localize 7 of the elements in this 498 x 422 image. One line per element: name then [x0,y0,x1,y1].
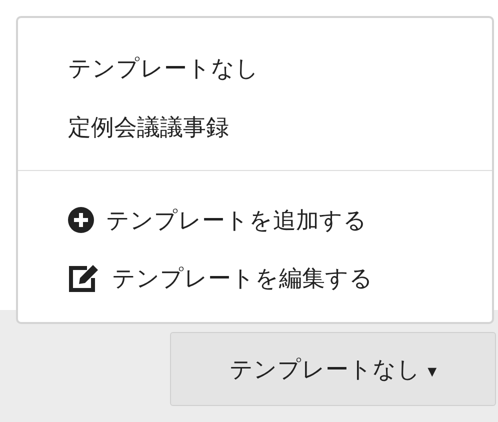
menu-item[interactable]: 定例会議議事録 [18,99,229,158]
menu-item[interactable]: テンプレートなし [18,40,259,99]
menu-action[interactable]: テンプレートを編集する [112,262,373,294]
template-dropdown-button[interactable]: テンプレートなし ▾ [170,332,496,406]
plus-circle-icon [68,207,94,233]
menu-action[interactable]: テンプレートを追加する [106,204,367,236]
pencil-square-icon [68,263,100,293]
